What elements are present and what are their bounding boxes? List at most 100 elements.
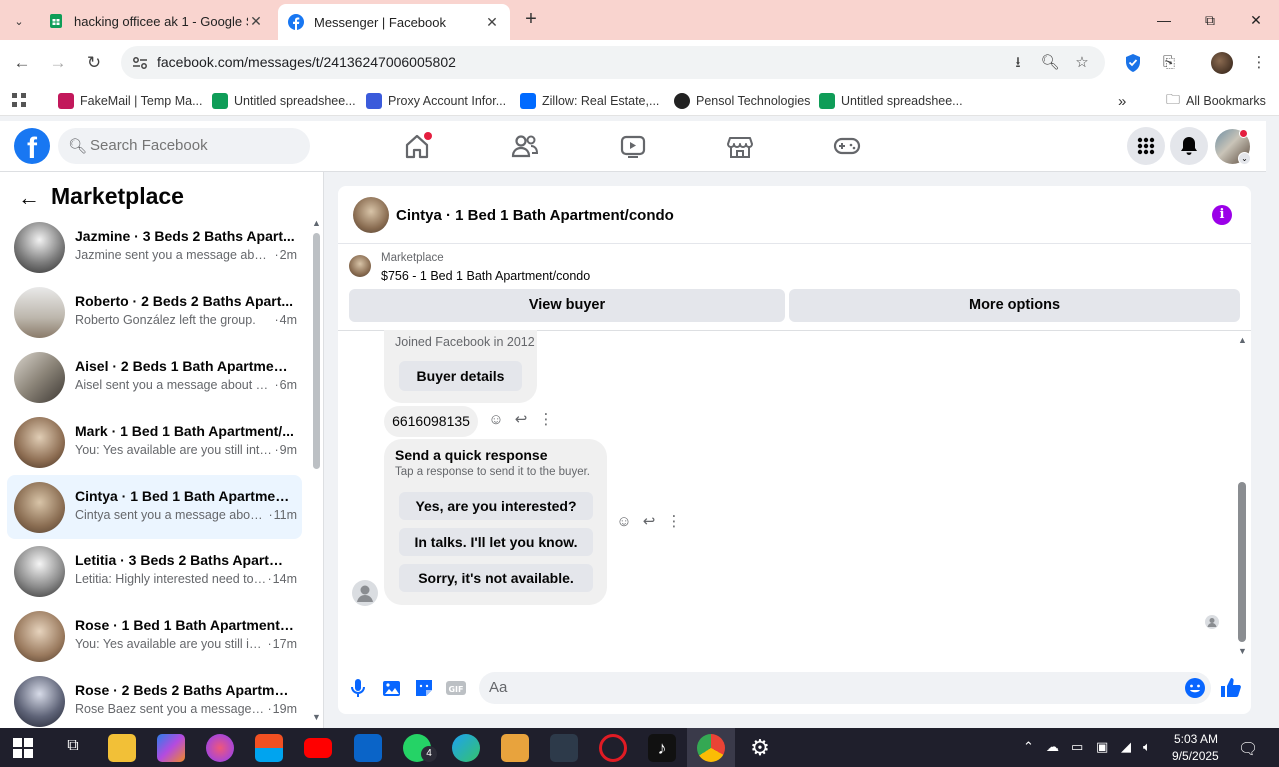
app-icon[interactable] [501, 734, 529, 762]
conversation-item[interactable]: Rose · 2 Beds 2 Baths Apartmen... Rose Ba… [7, 669, 302, 733]
window-close-icon[interactable]: ✕ [1241, 8, 1271, 32]
conversation-item[interactable]: Letitia · 3 Beds 2 Baths Apartme... Letit… [7, 539, 302, 603]
install-app-icon[interactable]: ⭳ [1007, 52, 1029, 74]
conversation-item[interactable]: Jazmine · 3 Beds 2 Baths Apart... Jazmine… [7, 215, 302, 279]
apps-grid-icon[interactable] [11, 92, 27, 108]
chat-title[interactable]: Cintya · 1 Bed 1 Bath Apartment/condo [396, 207, 674, 224]
opera-icon[interactable] [599, 734, 627, 762]
conversation-item[interactable]: Roberto · 2 Beds 2 Baths Apart... Roberto… [7, 280, 302, 344]
bookmark-pensol[interactable]: Pensol Technologies [674, 91, 810, 111]
zoom-icon[interactable]: 🔍︎ [1039, 52, 1061, 74]
reply-icon[interactable]: ↩ [639, 512, 659, 532]
microsoft-store-icon[interactable] [255, 734, 283, 762]
message-input[interactable] [489, 679, 1169, 696]
tab-close-icon[interactable]: ✕ [248, 13, 264, 30]
gaming-icon[interactable] [832, 132, 862, 160]
tray-chevron-icon[interactable]: ⌃ [1023, 739, 1034, 755]
bookmark-fakemail[interactable]: FakeMail | Temp Ma... [58, 91, 203, 111]
back-arrow-icon[interactable]: ← [18, 185, 40, 211]
scroll-down-arrow-icon[interactable]: ▼ [312, 712, 321, 722]
home-icon[interactable] [402, 132, 432, 160]
battery-icon[interactable]: ▭ [1071, 739, 1083, 755]
wifi-icon[interactable]: ◢ [1121, 739, 1131, 755]
bookmark-zillow[interactable]: Zillow: Real Estate,... [520, 91, 659, 111]
gif-icon[interactable]: GIF [444, 676, 468, 700]
quick-reply-interested[interactable]: Yes, are you interested? [399, 492, 593, 520]
search-input[interactable] [90, 137, 300, 154]
more-bookmarks-chevron-icon[interactable]: » [1118, 91, 1126, 111]
conversation-item[interactable]: Cintya · 1 Bed 1 Bath Apartment... Cintya… [7, 475, 302, 539]
shield-extension-icon[interactable] [1124, 53, 1142, 73]
chrome-icon[interactable] [697, 734, 725, 762]
scroll-up-arrow-icon[interactable]: ▲ [312, 218, 321, 228]
info-icon[interactable]: i [1212, 205, 1232, 225]
tab-messenger[interactable]: Messenger | Facebook ✕ [278, 4, 510, 40]
restore-icon[interactable]: ⧉ [1195, 8, 1225, 32]
buyer-details-button[interactable]: Buyer details [399, 361, 522, 391]
listing-thumbnail[interactable] [349, 255, 371, 277]
like-thumbs-up-icon[interactable] [1219, 676, 1243, 700]
notifications-button[interactable] [1170, 127, 1208, 165]
bookmark-proxy[interactable]: Proxy Account Infor... [366, 91, 506, 111]
chat-scroll-down-icon[interactable]: ▼ [1238, 646, 1247, 656]
chat-scroll-up-icon[interactable]: ▲ [1238, 335, 1247, 345]
clock-time[interactable]: 5:03 AM [1172, 732, 1218, 746]
task-view-icon[interactable]: ⧉ [62, 737, 84, 759]
network-icon[interactable]: ▣ [1096, 739, 1108, 755]
more-actions-icon[interactable]: ⋮ [664, 512, 684, 532]
chat-avatar[interactable] [353, 197, 389, 233]
new-tab-plus-icon[interactable]: + [520, 8, 542, 32]
more-actions-icon[interactable]: ⋮ [536, 410, 556, 430]
all-bookmarks[interactable]: 🗀︎ All Bookmarks [1166, 91, 1266, 111]
react-smiley-icon[interactable]: ☺ [486, 410, 506, 430]
sidebar-scroll-thumb[interactable] [313, 233, 320, 469]
outlook-icon[interactable] [354, 734, 382, 762]
bookmark-spreadsheet-1[interactable]: Untitled spreadshee... [212, 91, 356, 111]
microphone-icon[interactable] [346, 676, 370, 700]
emoji-icon[interactable] [1183, 676, 1207, 700]
listing-title[interactable]: $756 - 1 Bed 1 Bath Apartment/condo [381, 269, 590, 283]
tab-close-icon[interactable]: ✕ [484, 14, 500, 31]
windows-start-icon[interactable] [13, 738, 33, 758]
marketplace-icon[interactable] [725, 132, 755, 160]
account-chevron-icon[interactable]: ⌄ [1238, 152, 1251, 165]
url-text[interactable]: facebook.com/messages/t/2413624700600580… [157, 54, 456, 70]
notification-center-icon[interactable]: 🗨︎ [1238, 739, 1258, 759]
react-smiley-icon[interactable]: ☺ [614, 512, 634, 532]
quick-reply-in-talks[interactable]: In talks. I'll let you know. [399, 528, 593, 556]
app-icon[interactable] [550, 734, 578, 762]
friends-icon[interactable] [510, 132, 540, 160]
quick-reply-not-available[interactable]: Sorry, it's not available. [399, 564, 593, 592]
reply-icon[interactable]: ↩ [511, 410, 531, 430]
conversation-item[interactable]: Mark · 1 Bed 1 Bath Apartment/... You: Ye… [7, 410, 302, 474]
edge-icon[interactable] [452, 734, 480, 762]
tab-google-sheets[interactable]: hacking officee ak 1 - Google Sl ✕ [38, 6, 274, 36]
site-settings-icon[interactable] [131, 54, 149, 72]
conversation-item[interactable]: Rose · 1 Bed 1 Bath Apartment/c... You: Y… [7, 604, 302, 668]
bookmark-spreadsheet-2[interactable]: Untitled spreadshee... [819, 91, 963, 111]
sticker-icon[interactable] [412, 676, 436, 700]
sender-avatar[interactable] [352, 580, 378, 606]
tiktok-icon[interactable]: ♪ [648, 734, 676, 762]
onedrive-icon[interactable]: ☁ [1046, 739, 1059, 755]
video-icon[interactable] [618, 132, 648, 160]
back-icon[interactable]: ← [10, 52, 34, 74]
chat-scroll-thumb[interactable] [1238, 482, 1246, 642]
tab-search-chevron-icon[interactable]: ⌄ [8, 10, 30, 32]
volume-icon[interactable]: 🔈︎ [1143, 739, 1151, 755]
minimize-icon[interactable]: — [1149, 8, 1179, 32]
profile-avatar[interactable] [1211, 52, 1233, 74]
reload-icon[interactable]: ↻ [82, 52, 106, 74]
conversation-item[interactable]: Aisel · 2 Beds 1 Bath Apartment/... Aisel… [7, 345, 302, 409]
facebook-logo[interactable]: f [14, 128, 50, 164]
clock-date[interactable]: 9/5/2025 [1172, 749, 1219, 763]
extensions-puzzle-icon[interactable]: ⎘ [1158, 52, 1180, 74]
bookmark-star-icon[interactable]: ☆ [1071, 52, 1093, 74]
forward-icon[interactable]: → [46, 52, 70, 74]
settings-gear-icon[interactable]: ⚙ [746, 734, 774, 762]
browser-menu-icon[interactable]: ⋮ [1248, 52, 1270, 74]
file-explorer-icon[interactable] [108, 734, 136, 762]
menu-grid-button[interactable] [1127, 127, 1165, 165]
photo-icon[interactable] [380, 676, 404, 700]
youtube-icon[interactable] [304, 738, 332, 758]
